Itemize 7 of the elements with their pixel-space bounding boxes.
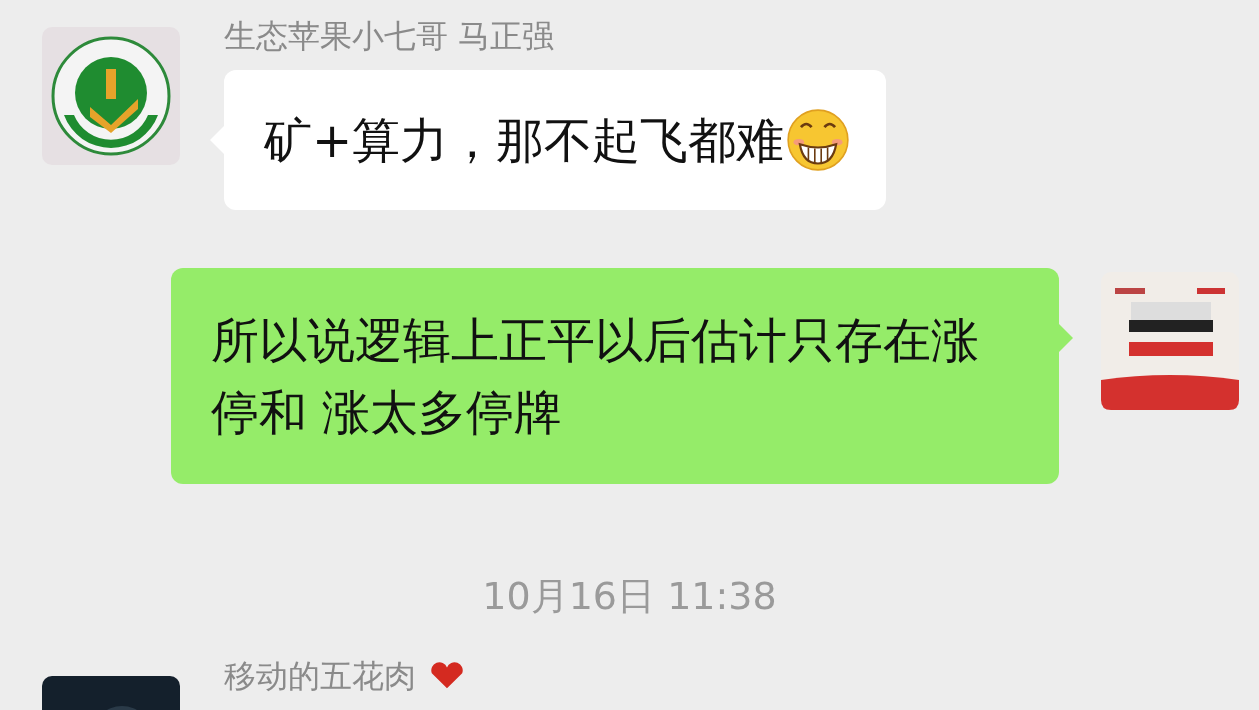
bubble-tail [1059,324,1073,352]
sender-name: 移动的五花肉 [224,656,416,697]
timestamp: 10月16日 11:38 [482,573,777,620]
message-bubble: 所以说逻辑上正平以后估计只存在涨停和 涨太多停牌 [171,268,1059,484]
heart-icon [428,661,466,691]
sender-name: 生态苹果小七哥 马正强 [224,16,555,57]
message-bubble: 矿+算力，那不起飞都难 [224,70,887,210]
